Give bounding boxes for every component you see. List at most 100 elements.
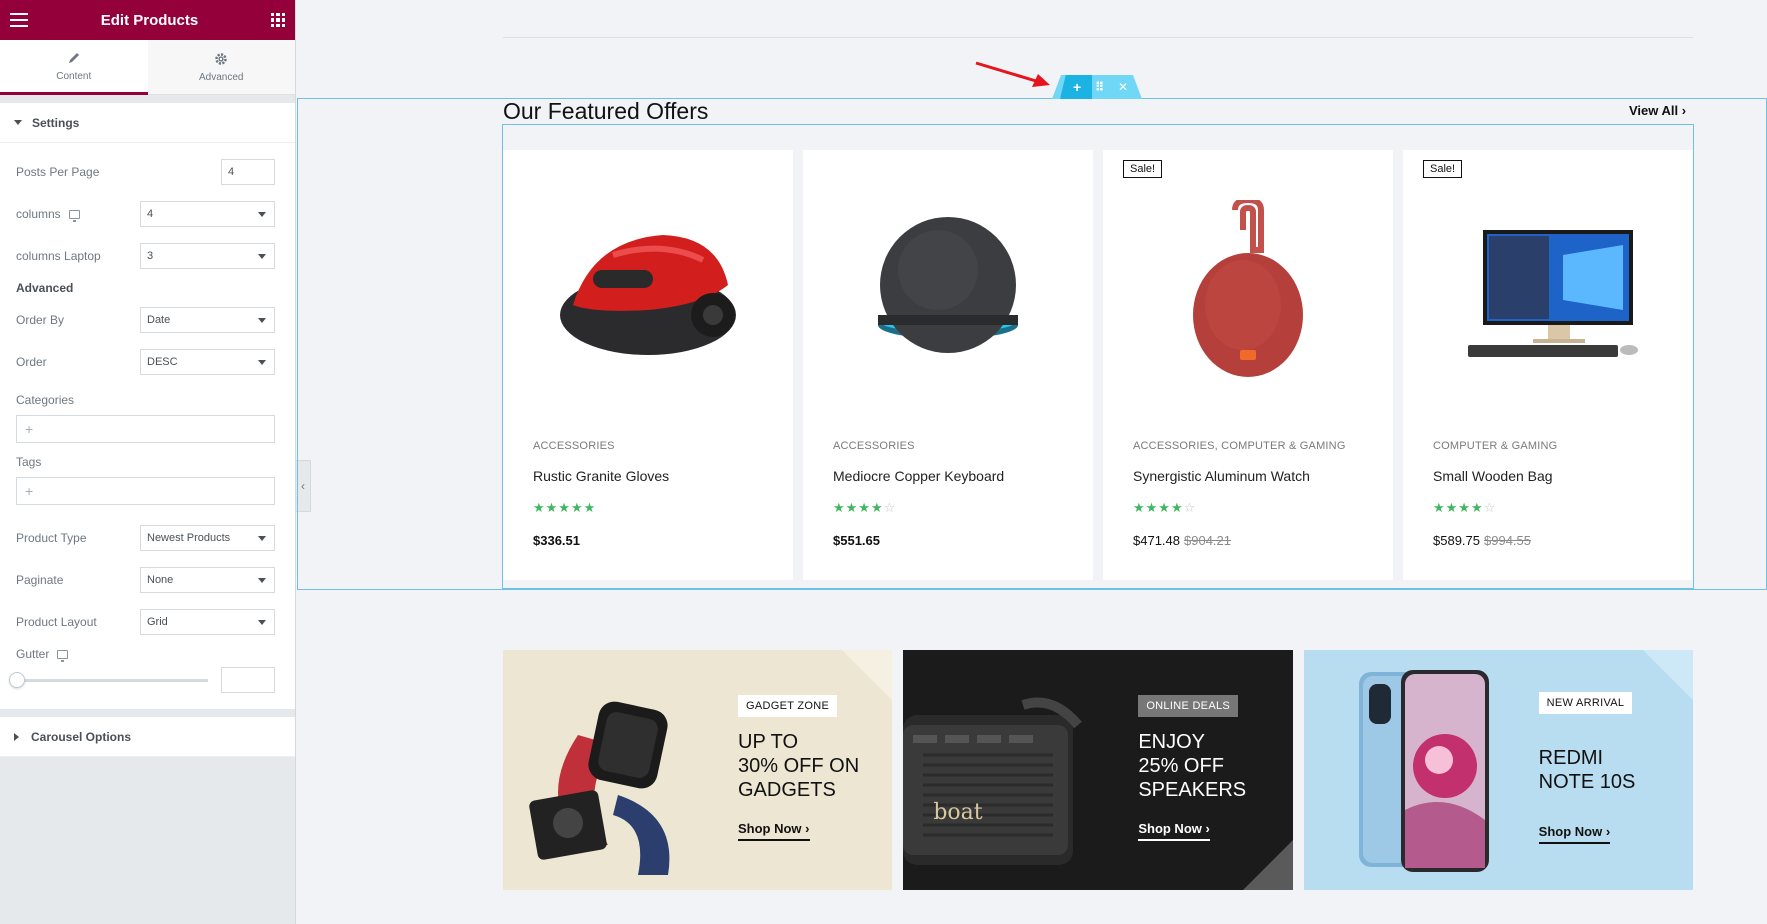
star-empty-icon: ☆	[1183, 500, 1197, 515]
shop-now-link[interactable]: Shop Now ›	[1538, 824, 1611, 844]
caret-right-icon	[14, 732, 19, 741]
product-grid: ACCESSORIES Rustic Granite Gloves ★★★★★ …	[503, 150, 1693, 580]
product-name[interactable]: Small Wooden Bag	[1433, 468, 1553, 484]
corner-decoration	[1642, 650, 1693, 700]
columns-select[interactable]: 4	[140, 201, 275, 227]
product-image[interactable]	[1403, 190, 1693, 390]
gutter-input[interactable]	[221, 667, 275, 693]
dropdown-arrow-icon	[258, 619, 266, 625]
settings-section-toggle[interactable]: Settings	[0, 103, 295, 143]
product-type-value: Newest Products	[147, 532, 231, 544]
current-price: $589.75	[1433, 533, 1480, 548]
dropdown-arrow-icon	[258, 317, 266, 323]
order-by-value: Date	[147, 314, 171, 326]
order-label: Order	[16, 355, 47, 369]
close-icon[interactable]: ✕	[1118, 80, 1128, 94]
add-section-icon[interactable]: +	[1073, 79, 1081, 95]
boombox-speaker-image	[903, 697, 1083, 865]
product-image[interactable]	[503, 190, 793, 390]
star-empty-icon: ☆	[883, 500, 897, 515]
order-select[interactable]: DESC	[140, 349, 275, 375]
product-category[interactable]: ACCESSORIES	[533, 440, 615, 452]
banner-line: REDMI	[1538, 747, 1604, 769]
promo-banners: GADGET ZONE UP TO 30% OFF ON GADGETS Sho…	[503, 650, 1693, 890]
product-price: $336.51	[533, 533, 580, 548]
editor-panel: Edit Products Content Advanced Settings …	[0, 0, 296, 924]
rating-stars: ★★★★☆	[833, 500, 896, 516]
columns-control: columns 4	[16, 193, 275, 235]
promo-banner-speakers[interactable]: boat ONLINE DEALS ENJOY 25% OFF SPEAKERS…	[903, 650, 1293, 890]
product-layout-control: Product Layout Grid	[16, 601, 275, 643]
divider	[503, 37, 1693, 38]
section-handle: + ⠿ ✕	[1052, 75, 1142, 99]
posts-per-page-input[interactable]	[221, 159, 275, 185]
paginate-select[interactable]: None	[140, 567, 275, 593]
shop-now-link[interactable]: Shop Now ›	[738, 821, 810, 841]
promo-banner-phone[interactable]: NEW ARRIVAL REDMI NOTE 10S Shop Now ›	[1303, 650, 1693, 890]
product-layout-label: Product Layout	[16, 615, 97, 629]
hamburger-menu-icon[interactable]	[10, 13, 28, 27]
banner-badge: NEW ARRIVAL	[1538, 692, 1633, 714]
product-category[interactable]: ACCESSORIES, COMPUTER & GAMING	[1133, 440, 1346, 452]
product-card[interactable]: ACCESSORIES Mediocre Copper Keyboard ★★★…	[803, 150, 1093, 580]
categories-input[interactable]: +	[16, 415, 275, 443]
promo-banner-gadgets[interactable]: GADGET ZONE UP TO 30% OFF ON GADGETS Sho…	[503, 650, 893, 890]
gutter-label-wrap: Gutter	[16, 647, 69, 662]
product-price: $589.75 $994.55	[1433, 533, 1531, 548]
smart-speaker-image	[878, 217, 1018, 353]
star-icon: ★★★★★	[533, 500, 597, 515]
panel-header: Edit Products	[0, 0, 295, 40]
product-price: $471.48 $904.21	[1133, 533, 1231, 548]
red-arrow-icon	[975, 61, 1050, 87]
paginate-value: None	[147, 574, 174, 586]
tab-advanced[interactable]: Advanced	[147, 40, 295, 95]
banner-badge: GADGET ZONE	[738, 695, 838, 717]
product-name[interactable]: Mediocre Copper Keyboard	[833, 468, 1004, 484]
product-card[interactable]: ACCESSORIES Rustic Granite Gloves ★★★★★ …	[503, 150, 793, 580]
rating-stars: ★★★★★	[533, 500, 596, 516]
order-control: Order DESC	[16, 341, 275, 383]
smartwatch-image	[529, 701, 670, 875]
dropdown-arrow-icon	[258, 535, 266, 541]
paginate-control: Paginate None	[16, 559, 275, 601]
tab-content[interactable]: Content	[0, 40, 148, 95]
advanced-heading-row: Advanced	[16, 277, 275, 299]
product-type-select[interactable]: Newest Products	[140, 525, 275, 551]
panel-tabs: Content Advanced	[0, 40, 295, 95]
widgets-grid-icon[interactable]	[270, 13, 285, 27]
shop-now-link[interactable]: Shop Now ›	[1138, 821, 1210, 841]
corner-decoration	[842, 650, 893, 700]
banner-line: NOTE 10S	[1538, 771, 1636, 793]
editor-canvas: + ⠿ ✕ Our Featured Offers View All › ACC…	[297, 0, 1767, 924]
product-image[interactable]	[803, 190, 1093, 390]
product-layout-select[interactable]: Grid	[140, 609, 275, 635]
tags-input[interactable]: +	[16, 477, 275, 505]
product-name[interactable]: Rustic Granite Gloves	[533, 468, 669, 484]
product-category[interactable]: ACCESSORIES	[833, 440, 915, 452]
product-category[interactable]: COMPUTER & GAMING	[1433, 440, 1557, 452]
tags-label: Tags	[16, 455, 42, 469]
desktop-icon[interactable]	[57, 649, 69, 662]
product-card[interactable]: Sale! COMPUTER & GAMING Small Wooden Bag…	[1403, 150, 1693, 580]
desktop-icon[interactable]	[68, 209, 80, 222]
slider-handle[interactable]	[9, 671, 25, 688]
product-type-label: Product Type	[16, 531, 87, 545]
old-price: $904.21	[1184, 533, 1231, 548]
drag-handle-icon[interactable]: ⠿	[1095, 80, 1104, 94]
product-image[interactable]	[1103, 190, 1393, 390]
columns-laptop-select[interactable]: 3	[140, 243, 275, 269]
carousel-options-title: Carousel Options	[31, 729, 132, 744]
gutter-slider[interactable]	[9, 671, 208, 688]
portable-speaker-image	[1193, 200, 1303, 377]
carousel-options-toggle[interactable]: Carousel Options	[0, 717, 295, 757]
columns-laptop-control: columns Laptop 3	[16, 235, 275, 277]
order-by-control: Order By Date	[16, 299, 275, 341]
columns-label-wrap: columns	[16, 207, 80, 222]
banner-line: 25% OFF	[1138, 755, 1224, 777]
current-price: $471.48	[1133, 533, 1180, 548]
categories-label: Categories	[16, 393, 75, 407]
product-card[interactable]: Sale! ACCESSORIES, COMPUTER & GAMING Syn…	[1103, 150, 1393, 580]
view-all-link[interactable]: View All ›	[1629, 103, 1686, 118]
product-name[interactable]: Synergistic Aluminum Watch	[1133, 468, 1310, 484]
order-by-select[interactable]: Date	[140, 307, 275, 333]
